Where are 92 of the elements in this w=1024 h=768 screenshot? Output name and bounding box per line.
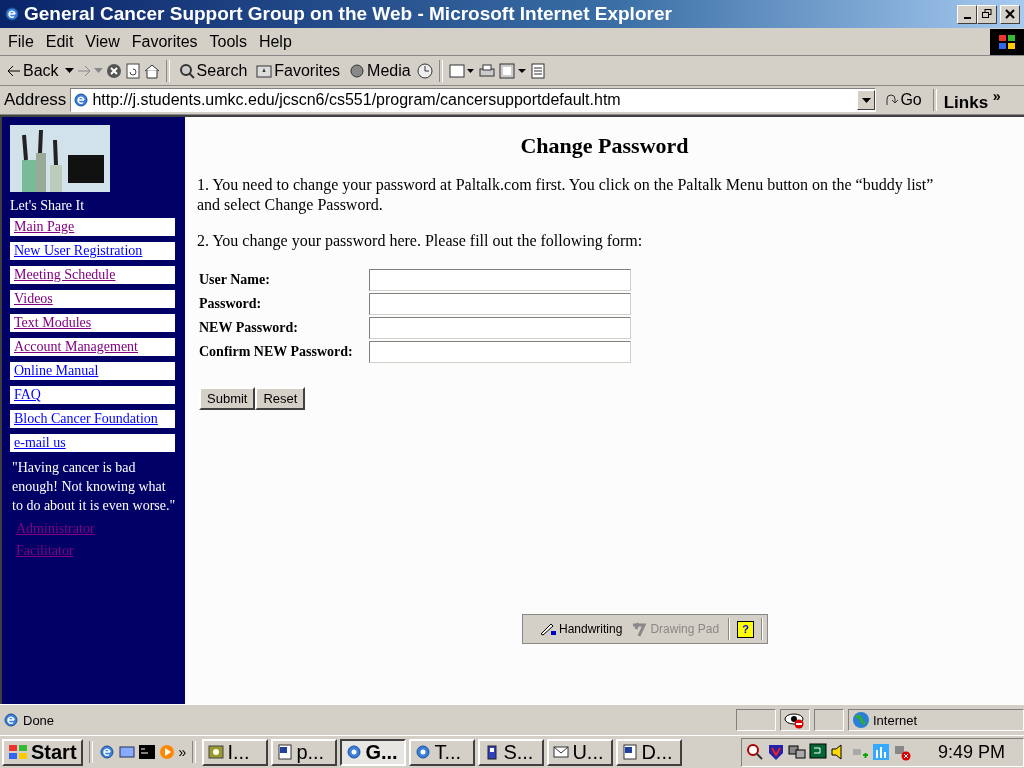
browser-icon [346,744,363,760]
monitor-icon[interactable] [808,743,827,761]
page-icon [3,712,19,728]
links-button[interactable]: Links $^{»}$ [943,87,1005,113]
ie-icon [4,6,20,22]
nav-link[interactable]: New User Registration [10,242,175,260]
network-icon[interactable] [787,743,806,761]
back-button[interactable]: Back [4,60,62,81]
menu-item[interactable]: View [79,32,126,51]
address-field[interactable]: http://j.students.umkc.edu/jcscn6/cs551/program/cancersupportdefault.htm [70,88,877,112]
instruction-text: 1. You need to change your password at Paltalk.com first. You click on the Paltalk Menu button on the “buddy list” and select Change Password. [197,175,935,215]
nav-link[interactable]: e-mail us [10,434,175,452]
minimize-icon [963,16,971,19]
field-label: Confirm NEW Password: [199,344,353,359]
nav-link[interactable]: Main Page [10,218,175,236]
instruction-text: 2. You change your password here. Please fill out the following form: [197,231,644,251]
print-icon[interactable] [477,62,496,79]
history-icon[interactable] [416,62,433,79]
windows-flag-icon [8,744,28,760]
minimize-button[interactable] [957,4,977,24]
document-icon [277,744,294,760]
picture-icon [208,744,225,760]
page-heading: Change Password [519,133,690,159]
menu-item[interactable]: Tools [203,32,253,51]
clock-text: 9:49 PM [937,741,1005,763]
nav-link[interactable]: FAQ [10,386,175,404]
go-button[interactable]: Go [880,91,926,109]
status-panel [736,709,776,731]
nav-link[interactable]: Text Modules [10,314,175,332]
more-button[interactable]: » [178,744,187,760]
document-icon [622,744,639,760]
home-icon[interactable] [143,62,160,79]
quote-text: "Having cancer is bad enough! Not knowing what to do about it is even worse." [12,459,177,515]
field-label: NEW Password: [199,320,298,335]
nav-link[interactable]: Videos [10,290,175,308]
dropdown-arrow-icon[interactable] [64,68,74,73]
nav-link[interactable]: Account Management [10,338,175,356]
input-field[interactable] [369,269,631,291]
input-field[interactable] [369,341,631,363]
taskbar-button[interactable]: U... [547,738,614,766]
favorites-button[interactable]: Favorites [253,60,344,81]
taskbar-button[interactable]: G... [340,738,407,766]
start-button[interactable]: Start [2,738,83,766]
close-button[interactable] [1000,4,1020,24]
menu-item[interactable]: File [2,32,40,51]
close-icon [1005,9,1015,19]
media-button[interactable]: Media [346,60,414,81]
nav-link[interactable]: Meeting Schedule [10,266,175,284]
form-button[interactable]: Reset [255,387,306,410]
restore-button[interactable] [977,4,997,24]
site-tagline: Let's Share It [10,198,86,214]
input-field[interactable] [369,293,631,315]
notepad-icon[interactable] [529,62,546,79]
form-button[interactable]: Submit [199,387,256,410]
status-text: Done [23,712,56,728]
search-icon [178,62,195,79]
field-label: User Name: [199,272,270,287]
field-label: Password: [199,296,262,311]
taskbar-button[interactable]: p... [271,738,338,766]
page-icon [73,92,90,108]
security-zone-text: Internet [873,712,918,728]
taskbar-button[interactable]: S... [478,738,545,766]
menu-item[interactable]: Edit [39,32,80,51]
pen-icon [539,622,557,636]
menu-item[interactable]: Help [252,32,298,51]
input-field[interactable] [369,317,631,339]
help-button[interactable]: ? [737,619,755,639]
address-label: Address [4,90,67,110]
browser-icon [98,744,115,760]
browser-icon [415,744,432,760]
search-button[interactable]: Search [175,60,251,81]
nav-link[interactable]: Online Manual [10,362,175,380]
status-panel [814,709,844,731]
taskbar-button[interactable]: I... [202,738,269,766]
shield-icon[interactable] [766,743,785,761]
terminal-icon[interactable] [138,745,155,759]
taskbar-button[interactable]: T... [409,738,476,766]
nav-link[interactable]: Bloch Cancer Foundation [10,410,175,428]
globe-icon [852,711,870,729]
menu-item[interactable]: Favorites [125,32,204,51]
go-arrow-icon [884,93,899,107]
stop-icon[interactable] [105,62,122,79]
envelope-icon [553,744,570,760]
windows-flag-icon [990,28,1024,55]
privacy-icon [784,711,806,729]
magnifier-icon[interactable] [745,743,764,761]
refresh-icon[interactable] [124,62,141,79]
taskbar-button[interactable]: D... [616,738,683,766]
restore-icon [982,9,992,19]
back-arrow-icon [7,64,21,77]
handwriting-button[interactable]: Handwriting [537,620,625,638]
window-title: General Cancer Support Group on the Web - Microsoft Internet Explorer [24,3,673,25]
